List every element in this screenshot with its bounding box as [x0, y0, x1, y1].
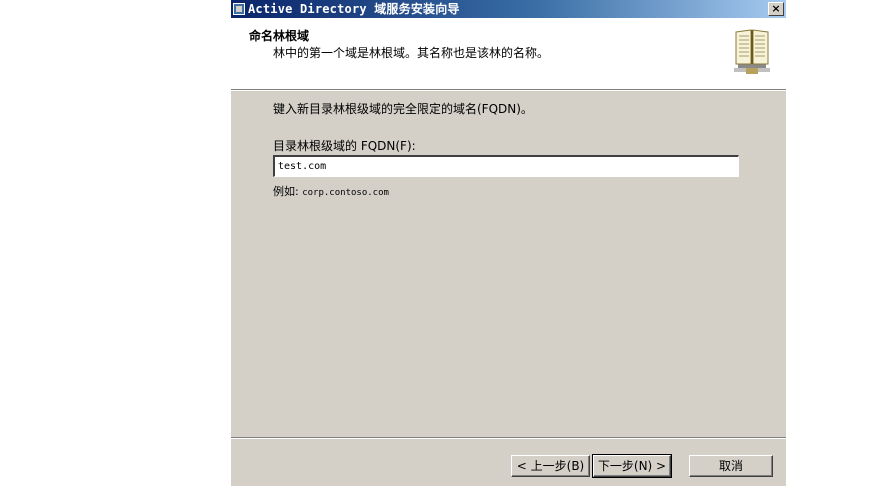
page-subtitle: 林中的第一个域是林根域。其名称也是该林的名称。	[273, 46, 550, 60]
fqdn-label: 目录林根级域的 FQDN(F):	[273, 139, 416, 153]
example-prefix: 例如:	[273, 185, 299, 198]
wizard-header: 命名林根域 林中的第一个域是林根域。其名称也是该林的名称。	[231, 18, 786, 90]
close-button[interactable]: ×	[768, 2, 784, 16]
book-icon	[734, 29, 770, 74]
app-icon	[233, 3, 245, 15]
fqdn-input[interactable]	[273, 155, 739, 177]
wizard-content: 键入新目录林根级域的完全限定的域名(FQDN)。 目录林根级域的 FQDN(F)…	[231, 91, 786, 441]
wizard-window: Active Directory 域服务安装向导 × 命名林根域 林中的第一个域…	[231, 0, 786, 486]
example-value: corp.contoso.com	[302, 188, 389, 198]
close-icon: ×	[771, 2, 781, 15]
instruction-text: 键入新目录林根级域的完全限定的域名(FQDN)。	[273, 102, 533, 116]
cancel-button[interactable]: 取消	[689, 455, 773, 477]
next-button[interactable]: 下一步(N) >	[592, 454, 672, 478]
back-button[interactable]: < 上一步(B)	[511, 455, 590, 477]
window-title: Active Directory 域服务安装向导	[248, 2, 460, 16]
title-bar[interactable]: Active Directory 域服务安装向导 ×	[231, 0, 786, 18]
footer-divider-highlight	[231, 438, 786, 439]
page-title: 命名林根域	[249, 29, 310, 43]
example-text: 例如: corp.contoso.com	[273, 183, 389, 199]
